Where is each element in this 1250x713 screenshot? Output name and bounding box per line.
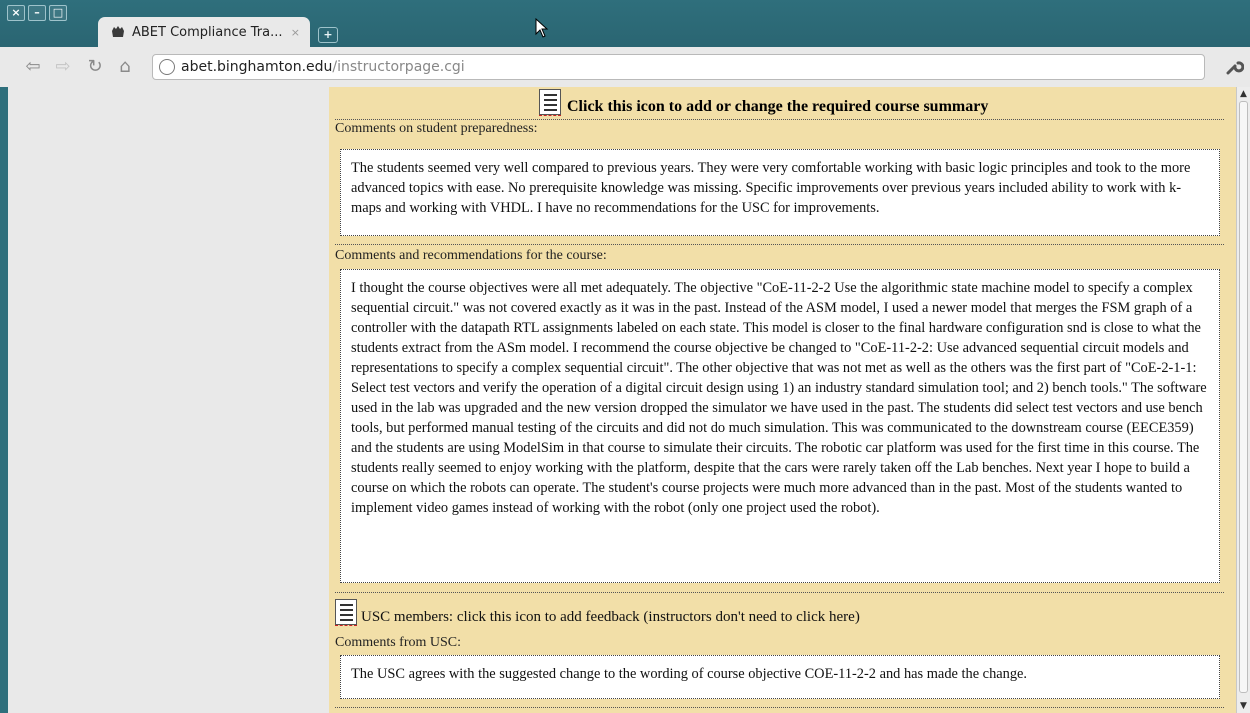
- usc-feedback-text: USC members: click this icon to add feed…: [361, 609, 860, 625]
- browser-toolbar: ⇦ ⇨ ↻ ⌂ abet.binghamton.edu/instructorpa…: [0, 47, 1250, 87]
- reload-icon[interactable]: ↻: [84, 57, 106, 77]
- divider: [335, 592, 1224, 593]
- wrench-icon[interactable]: [1224, 57, 1244, 77]
- tab-close-icon[interactable]: ×: [291, 26, 300, 39]
- preparedness-comment-box: The students seemed very well compared t…: [340, 149, 1220, 236]
- divider: [335, 244, 1224, 245]
- forward-icon[interactable]: ⇨: [52, 57, 74, 77]
- favicon-icon: [112, 26, 124, 37]
- course-summary-text: Click this icon to add or change the req…: [567, 98, 989, 115]
- url-host: abet.binghamton.edu: [181, 59, 333, 75]
- document-icon: [539, 89, 561, 115]
- url-path: /instructorpage.cgi: [332, 59, 465, 75]
- new-tab-button[interactable]: +: [318, 27, 338, 43]
- globe-icon: [159, 59, 175, 75]
- usc-comments-label: Comments from USC:: [335, 635, 462, 650]
- address-bar[interactable]: abet.binghamton.edu/instructorpage.cgi: [152, 54, 1205, 80]
- browser-tab[interactable]: ABET Compliance Tra... ×: [98, 17, 310, 47]
- home-icon[interactable]: ⌂: [114, 57, 136, 77]
- vertical-scrollbar[interactable]: ▲ ▼: [1236, 87, 1250, 713]
- mouse-cursor-icon: [535, 18, 549, 38]
- document-icon: [335, 599, 357, 625]
- recommendations-comment-box: I thought the course objectives were all…: [340, 269, 1220, 583]
- preparedness-label: Comments on student preparedness:: [335, 121, 538, 136]
- scroll-down-icon[interactable]: ▼: [1239, 701, 1248, 711]
- maximize-window-button[interactable]: □: [49, 5, 67, 21]
- usc-comment-box: The USC agrees with the suggested change…: [340, 655, 1220, 699]
- back-icon[interactable]: ⇦: [22, 57, 44, 77]
- window-controls: × – □: [7, 5, 67, 21]
- course-summary-heading: Click this icon to add or change the req…: [539, 89, 988, 116]
- window-frame: [0, 87, 8, 713]
- tab-title: ABET Compliance Tra...: [132, 24, 283, 40]
- title-bar: × – □ ABET Compliance Tra... × +: [0, 0, 1250, 47]
- recommendations-label: Comments and recommendations for the cou…: [335, 248, 607, 263]
- scroll-up-icon[interactable]: ▲: [1239, 89, 1248, 99]
- course-summary-link[interactable]: [539, 89, 561, 116]
- usc-feedback-row: USC members: click this icon to add feed…: [335, 599, 860, 626]
- content-panel: Click this icon to add or change the req…: [329, 87, 1236, 713]
- close-window-button[interactable]: ×: [7, 5, 25, 21]
- page-viewport: Click this icon to add or change the req…: [8, 87, 1236, 713]
- scroll-thumb[interactable]: [1239, 101, 1248, 693]
- divider: [335, 707, 1224, 708]
- divider: [335, 119, 1224, 120]
- minimize-window-button[interactable]: –: [28, 5, 46, 21]
- usc-feedback-link[interactable]: [335, 599, 357, 626]
